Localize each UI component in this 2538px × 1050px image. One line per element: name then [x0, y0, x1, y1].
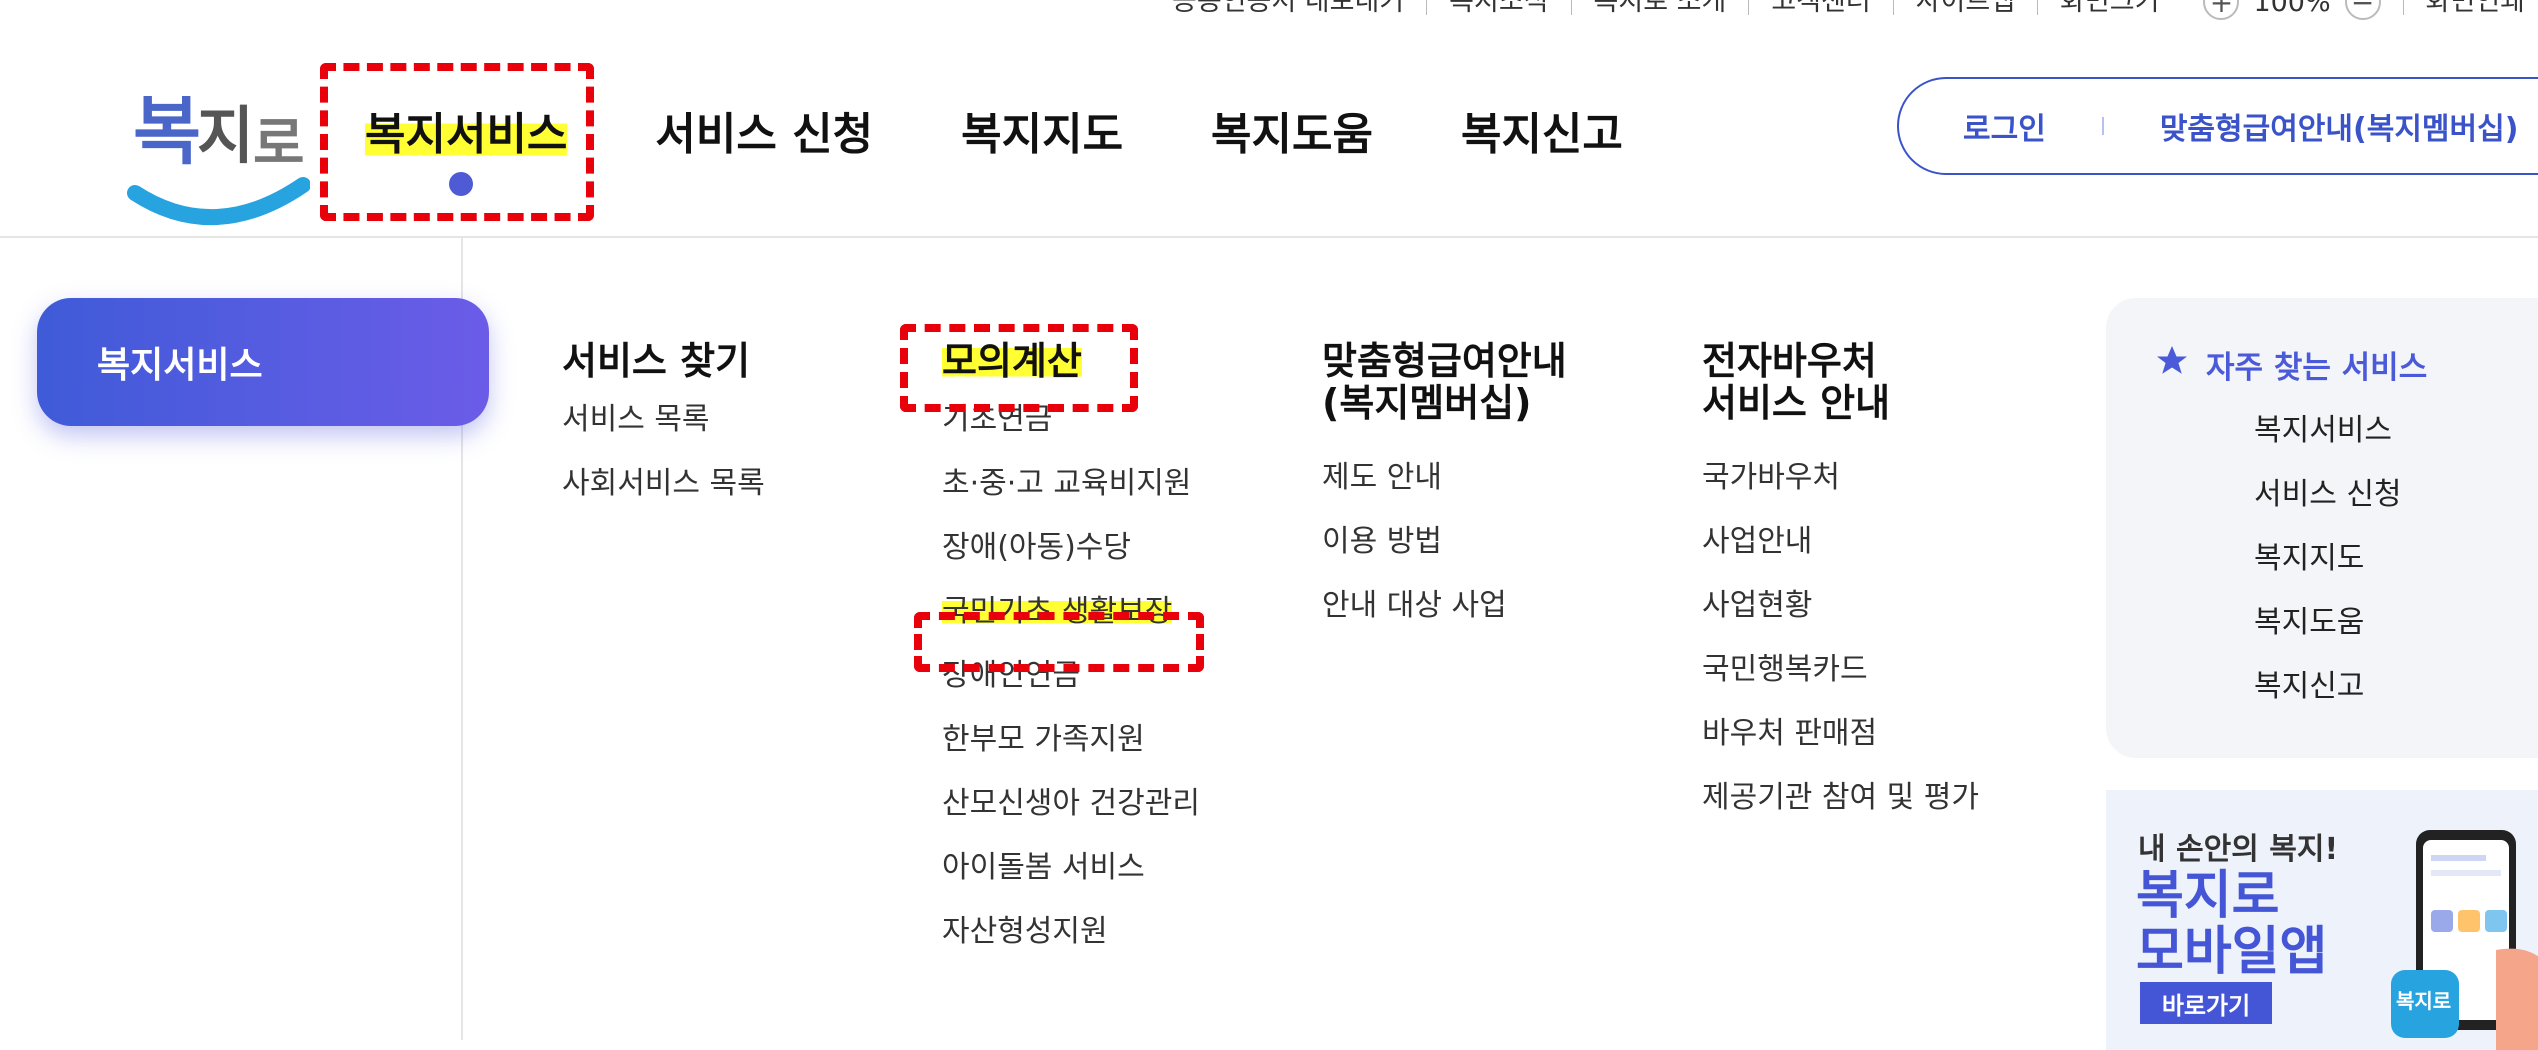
menu-item[interactable]: 한부모 가족지원: [942, 708, 1200, 772]
banner-subtitle: 내 손안의 복지!: [2138, 832, 2339, 867]
utility-link-news[interactable]: 복지소식: [1426, 0, 1570, 15]
zoom-out-button[interactable]: −: [2344, 0, 2381, 20]
favorite-item[interactable]: 복지서비스: [2254, 399, 2538, 463]
utility-link-sitemap[interactable]: 사이트맵: [1892, 0, 2037, 15]
menu-item[interactable]: 사업현황: [1702, 574, 1979, 638]
login-link[interactable]: 로그인: [1963, 104, 2046, 148]
favorite-item[interactable]: 복지도움: [2254, 591, 2538, 655]
svg-text:지: 지: [197, 99, 254, 172]
menu-item[interactable]: 제공기관 참여 및 평가: [1702, 766, 1979, 830]
nav-item-report[interactable]: 복지신고: [1461, 98, 1623, 162]
favorite-item[interactable]: 서비스 신청: [2254, 463, 2538, 527]
favorite-item[interactable]: 복지신고: [2254, 655, 2538, 719]
menu-item[interactable]: 아이돌봄 서비스: [942, 836, 1200, 900]
annotation-box-nav: [320, 63, 594, 221]
menu-column-find-service: 서비스 찾기 서비스 목록 사회서비스 목록: [562, 340, 765, 516]
menu-item[interactable]: 산모신생아 건강관리: [942, 772, 1200, 836]
menu-item[interactable]: 자산형성지원: [942, 900, 1200, 964]
menu-item[interactable]: 사회서비스 목록: [562, 452, 765, 516]
banner-title-line: 복지로: [2136, 866, 2280, 926]
menu-heading-line: (복지멤버십): [1322, 381, 1532, 425]
menu-item[interactable]: 국민행복카드: [1702, 638, 1979, 702]
print-link[interactable]: 화면인쇄: [2402, 0, 2538, 15]
utility-link-about[interactable]: 복지로 소개: [1570, 0, 1749, 15]
utility-bar: 공동인증서 내보내기 복지소식 복지로 소개 고객센터 사이트맵 화면크기 + …: [1150, 0, 2538, 22]
account-links: 로그인 맞춤형급여안내(복지멤버십): [1897, 77, 2538, 175]
menu-column-membership: 맞춤형급여안내 (복지멤버십) 제도 안내 이용 방법 안내 대상 사업: [1322, 340, 1567, 638]
zoom-control: + 100% −: [2181, 0, 2402, 20]
zoom-value: 100%: [2253, 0, 2331, 18]
menu-item[interactable]: 서비스 목록: [562, 388, 765, 452]
menu-heading-membership[interactable]: 맞춤형급여안내 (복지멤버십): [1322, 340, 1567, 424]
sidebar-tab-welfare-service[interactable]: 복지서비스: [37, 298, 489, 426]
annotation-box-basic-livelihood: [914, 612, 1204, 672]
banner-go-button[interactable]: 바로가기: [2140, 982, 2272, 1024]
banner-title: 복지로 모바일앱: [2136, 868, 2327, 980]
nav-item-apply[interactable]: 서비스 신청: [655, 98, 873, 162]
divider: [2101, 117, 2104, 135]
favorite-services-title: 자주 찾는 서비스: [2154, 342, 2538, 387]
utility-link-support[interactable]: 고객센터: [1748, 0, 1892, 15]
menu-item[interactable]: 바우처 판매점: [1702, 702, 1979, 766]
menu-item[interactable]: 초·중·고 교육비지원: [942, 452, 1200, 516]
sidebar-tab-label: 복지서비스: [97, 345, 263, 386]
nav-item-map[interactable]: 복지지도: [961, 98, 1123, 162]
menu-heading-voucher[interactable]: 전자바우처 서비스 안내: [1702, 340, 1979, 424]
zoom-in-button[interactable]: +: [2203, 0, 2240, 20]
favorite-item[interactable]: 복지지도: [2254, 527, 2538, 591]
menu-column-voucher: 전자바우처 서비스 안내 국가바우처 사업안내 사업현황 국민행복카드 바우처 …: [1702, 340, 1979, 830]
nav-item-help[interactable]: 복지도움: [1211, 98, 1373, 162]
membership-link[interactable]: 맞춤형급여안내(복지멤버십): [2160, 104, 2519, 148]
star-icon: [2154, 343, 2190, 387]
svg-text:로: 로: [253, 112, 305, 177]
app-badge-label: 복지로: [2396, 989, 2452, 1013]
menu-item[interactable]: 장애(아동)수당: [942, 516, 1200, 580]
favorite-services-panel: 자주 찾는 서비스 복지서비스 서비스 신청 복지지도 복지도움 복지신고: [2106, 298, 2538, 758]
menu-item[interactable]: 이용 방법: [1322, 510, 1567, 574]
utility-link-cert[interactable]: 공동인증서 내보내기: [1150, 0, 1426, 15]
site-logo[interactable]: 복 지 로: [125, 65, 311, 240]
menu-item[interactable]: 국가바우처: [1702, 446, 1979, 510]
menu-heading-line: 맞춤형급여안내: [1322, 339, 1567, 383]
menu-heading-line: 서비스 안내: [1702, 381, 1891, 425]
menu-item[interactable]: 사업안내: [1702, 510, 1979, 574]
banner-title-line: 모바일앱: [2136, 922, 2328, 982]
header-divider: [0, 236, 2538, 238]
favorite-services-label: 자주 찾는 서비스: [2206, 350, 2428, 386]
menu-item[interactable]: 제도 안내: [1322, 446, 1567, 510]
annotation-box-simulation: [900, 324, 1138, 412]
menu-heading-find-service[interactable]: 서비스 찾기: [562, 340, 765, 382]
menu-heading-line: 전자바우처: [1702, 339, 1877, 383]
svg-text:복: 복: [133, 89, 201, 175]
mobile-app-banner[interactable]: 내 손안의 복지! 복지로 모바일앱 바로가기 복지로: [2106, 790, 2538, 1050]
menu-item[interactable]: 안내 대상 사업: [1322, 574, 1567, 638]
utility-label-zoom: 화면크기: [2037, 0, 2181, 15]
